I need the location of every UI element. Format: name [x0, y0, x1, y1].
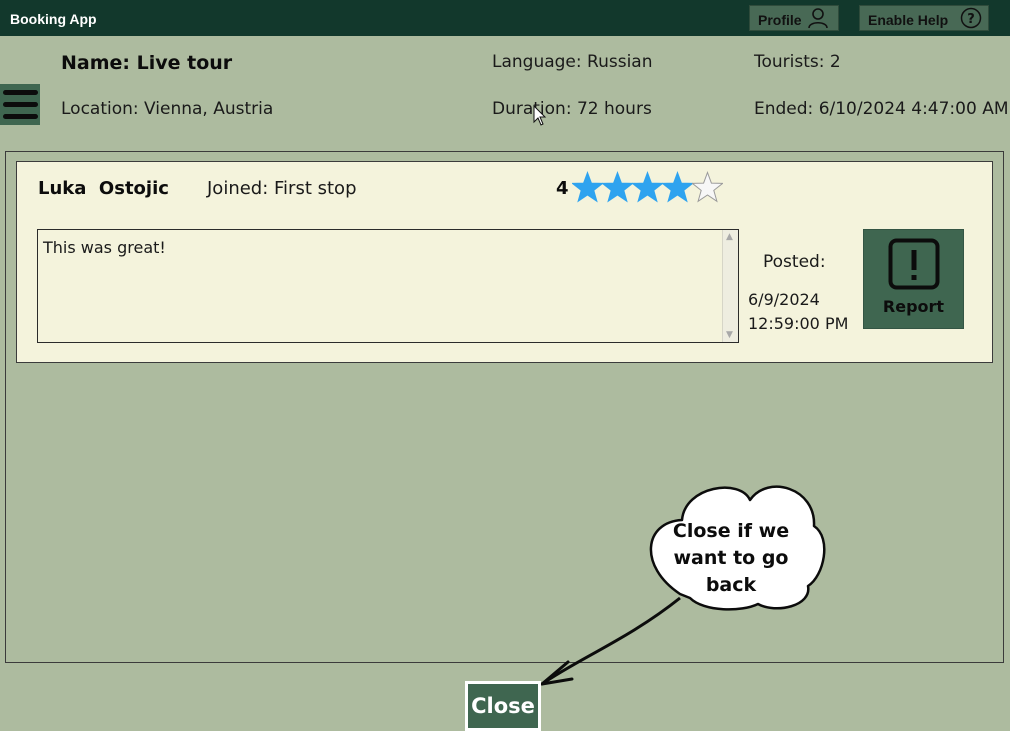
- star-icon: [632, 171, 663, 203]
- report-button-label: Report: [882, 297, 945, 316]
- tour-duration: Duration: 72 hours: [492, 99, 652, 119]
- star-icon: [692, 171, 723, 203]
- reviewer-name: Luka Ostojic: [38, 178, 169, 199]
- person-icon: [808, 8, 828, 29]
- scroll-down-icon[interactable]: ▼: [726, 330, 733, 340]
- hint-text: Close if we want to go back: [648, 518, 814, 599]
- hint-line-2: want to go back: [673, 547, 789, 596]
- star-icon: [602, 171, 633, 203]
- exclamation-icon: [888, 238, 940, 290]
- posted-label: Posted:: [763, 252, 826, 272]
- tour-name: Name: Live tour: [61, 52, 233, 74]
- report-button[interactable]: Report: [863, 229, 964, 329]
- tour-tourists: Tourists: 2: [754, 52, 841, 72]
- posted-time: 12:59:00 PM: [748, 314, 849, 333]
- hamburger-menu-button[interactable]: [0, 84, 40, 125]
- profile-button-label: Profile: [758, 12, 802, 28]
- comment-text: This was great!: [43, 238, 166, 257]
- hamburger-icon-bar: [3, 102, 38, 107]
- question-circle-icon: ?: [960, 7, 982, 29]
- hint-line-1: Close if we: [672, 520, 790, 542]
- enable-help-button-label: Enable Help: [868, 12, 949, 28]
- svg-text:?: ?: [967, 12, 975, 27]
- title-bar: Booking App Profile Enable Help ?: [0, 0, 1010, 36]
- comment-scrollbar[interactable]: ▲ ▼: [722, 230, 738, 342]
- close-button[interactable]: Close: [465, 681, 541, 731]
- posted-date: 6/9/2024: [748, 290, 820, 309]
- star-icon: [572, 171, 603, 203]
- tour-ended: Ended: 6/10/2024 4:47:00 AM: [754, 99, 1009, 119]
- review-card: Luka Ostojic Joined: First stop 4 This w…: [16, 161, 993, 363]
- tour-location: Location: Vienna, Austria: [61, 99, 274, 119]
- hamburger-icon: [3, 90, 38, 95]
- rating-value: 4: [556, 178, 569, 199]
- app-title: Booking App: [10, 11, 97, 27]
- comment-textbox[interactable]: This was great! ▲ ▼: [37, 229, 739, 343]
- scroll-up-icon[interactable]: ▲: [726, 232, 733, 242]
- mouse-cursor-icon: [533, 105, 547, 126]
- enable-help-button[interactable]: Enable Help ?: [859, 5, 989, 31]
- tour-language: Language: Russian: [492, 52, 653, 72]
- star-icon: [662, 171, 693, 203]
- hamburger-icon-bar: [3, 114, 38, 119]
- reviewer-joined: Joined: First stop: [207, 178, 357, 199]
- profile-button[interactable]: Profile: [749, 5, 839, 31]
